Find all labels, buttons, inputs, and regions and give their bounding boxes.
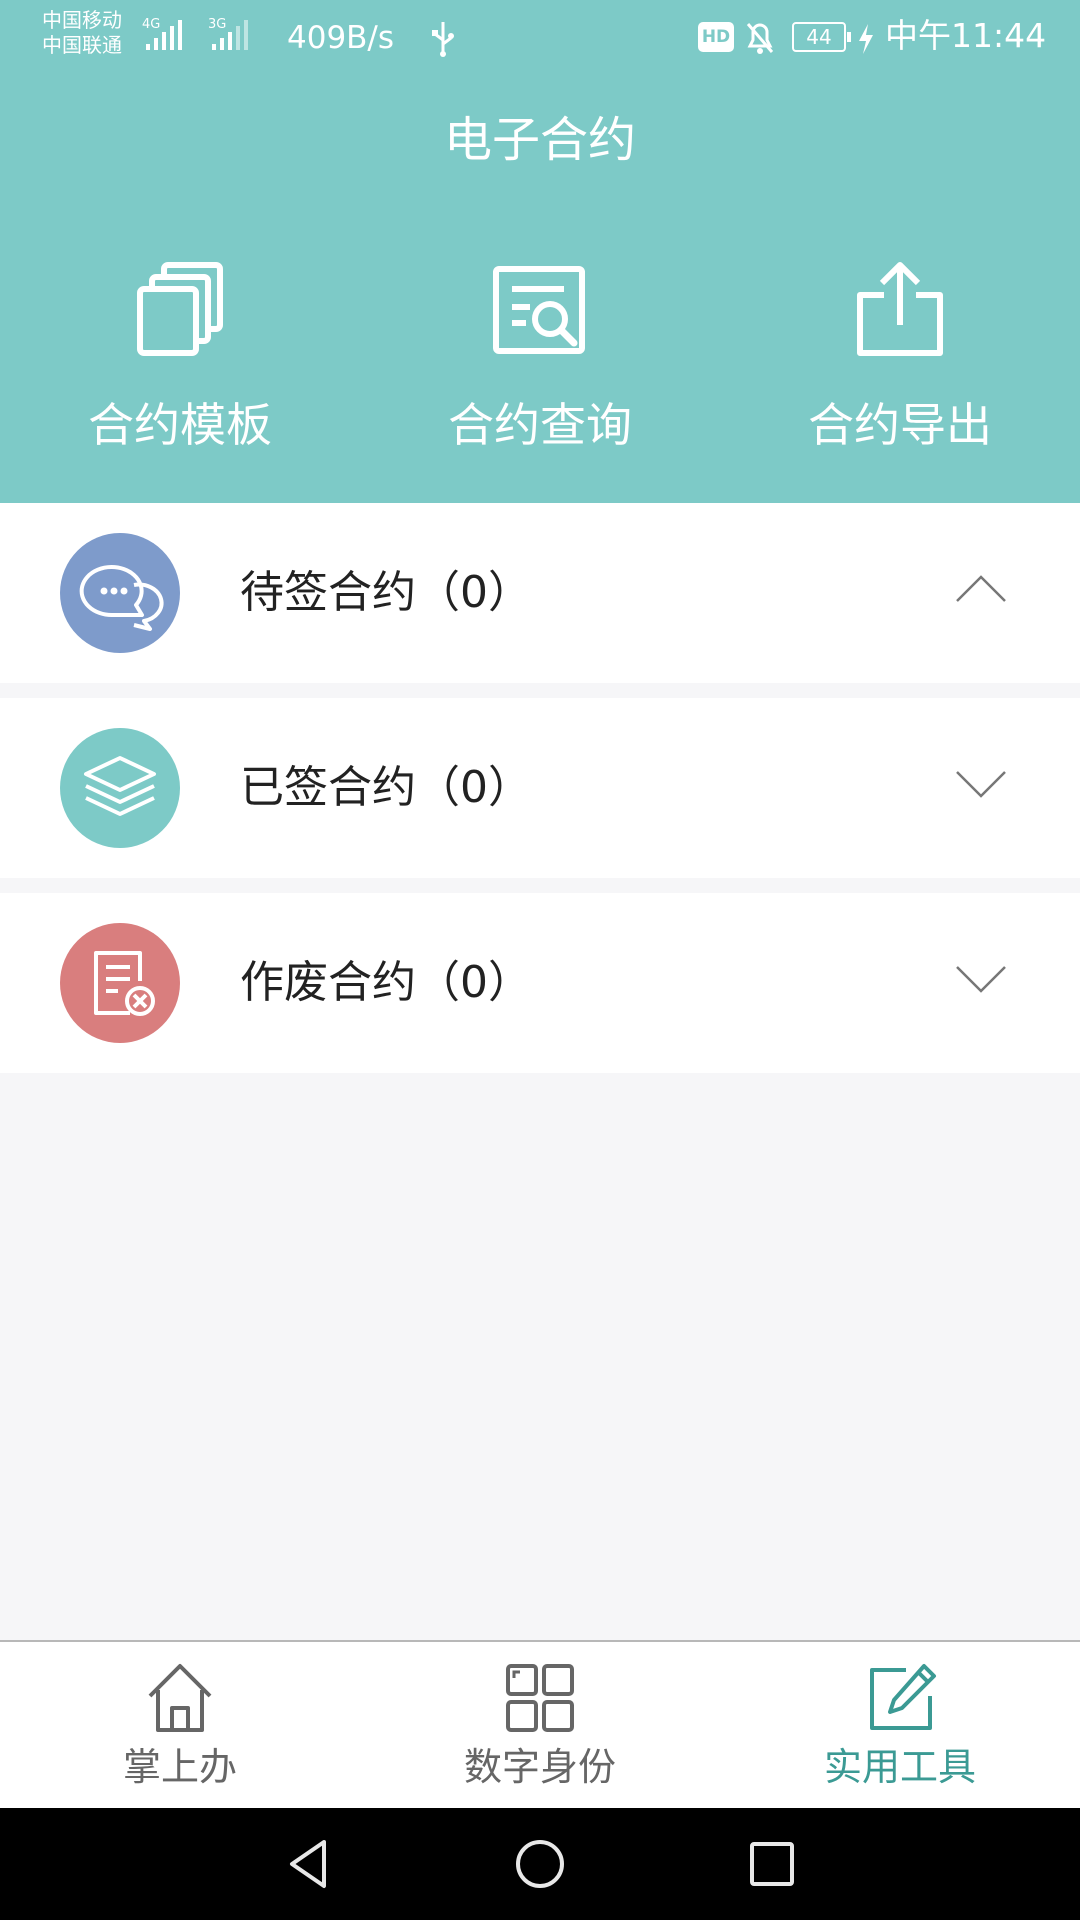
signed-contracts-label: 已签合约（0）	[240, 762, 532, 813]
recent-apps-icon[interactable]	[744, 1836, 800, 1892]
chevron-down-icon[interactable]	[955, 963, 1007, 995]
contract-template-button[interactable]: 合约模板	[50, 255, 310, 455]
carrier-2: 中国联通	[42, 33, 122, 57]
document-search-icon	[493, 266, 585, 354]
tab-digital-identity[interactable]: 数字身份	[360, 1642, 720, 1808]
edit-icon	[870, 1664, 936, 1730]
contract-template-label: 合约模板	[88, 398, 272, 452]
usb-icon	[432, 22, 454, 57]
voided-contracts-row[interactable]: 作废合约（0）	[0, 893, 1080, 1073]
tab-palm-office-label: 掌上办	[122, 1745, 237, 1789]
tab-utility-tools-label: 实用工具	[823, 1745, 976, 1789]
status-bar: 中国移动 中国联通 4G 3G 409B/s HD 44 中午11:44	[0, 0, 1080, 75]
document-cancel-icon	[94, 951, 155, 1016]
svg-text:3G: 3G	[208, 17, 226, 32]
carrier-names: 中国移动 中国联通	[42, 8, 142, 58]
grid-icon	[506, 1664, 574, 1732]
clock: 中午11:44	[885, 16, 1047, 55]
pending-contracts-label: 待签合约（0）	[240, 567, 532, 618]
bottom-navigation: 掌上办 数字身份 实用工具	[0, 1640, 1080, 1808]
contract-query-label: 合约查询	[448, 398, 632, 452]
tab-digital-identity-label: 数字身份	[463, 1745, 616, 1789]
tab-palm-office[interactable]: 掌上办	[0, 1642, 360, 1808]
voided-contracts-label: 作废合约（0）	[240, 957, 532, 1008]
stacked-pages-icon	[137, 262, 223, 356]
header: 中国移动 中国联通 4G 3G 409B/s HD 44 中午11:44 电子合…	[0, 0, 1080, 503]
battery-indicator: 44	[792, 22, 851, 52]
contract-export-label: 合约导出	[808, 398, 992, 452]
home-icon	[148, 1664, 212, 1732]
page-title: 电子合约	[443, 112, 636, 168]
signal-4g-icon: 4G	[142, 17, 182, 50]
network-speed: 409B/s	[287, 20, 395, 56]
carrier-1: 中国移动	[42, 8, 122, 32]
system-navigation-bar	[0, 1808, 1080, 1920]
signed-contracts-avatar	[60, 728, 180, 848]
chat-bubbles-icon	[79, 565, 164, 631]
layers-icon	[84, 756, 156, 816]
pending-contracts-avatar	[60, 533, 180, 653]
quick-actions: 合约模板 合约查询 合约导出	[0, 255, 1080, 455]
share-export-icon	[857, 262, 943, 356]
svg-text:4G: 4G	[142, 17, 160, 32]
chevron-down-icon[interactable]	[955, 768, 1007, 800]
pending-contracts-row[interactable]: 待签合约（0）	[0, 503, 1080, 683]
back-icon[interactable]	[280, 1836, 336, 1892]
signed-contracts-row[interactable]: 已签合约（0）	[0, 698, 1080, 878]
hd-badge: HD	[698, 22, 734, 52]
voided-contracts-avatar	[60, 923, 180, 1043]
charging-icon	[859, 24, 873, 54]
contract-export-button[interactable]: 合约导出	[770, 255, 1030, 455]
tab-utility-tools[interactable]: 实用工具	[720, 1642, 1080, 1808]
contract-query-button[interactable]: 合约查询	[410, 255, 670, 455]
home-circle-icon[interactable]	[512, 1836, 568, 1892]
signal-3g-icon: 3G	[208, 17, 248, 50]
screen: 中国移动 中国联通 4G 3G 409B/s HD 44 中午11:44 电子合…	[0, 0, 1080, 1920]
chevron-up-icon[interactable]	[955, 573, 1007, 605]
bell-muted-icon	[746, 23, 774, 54]
